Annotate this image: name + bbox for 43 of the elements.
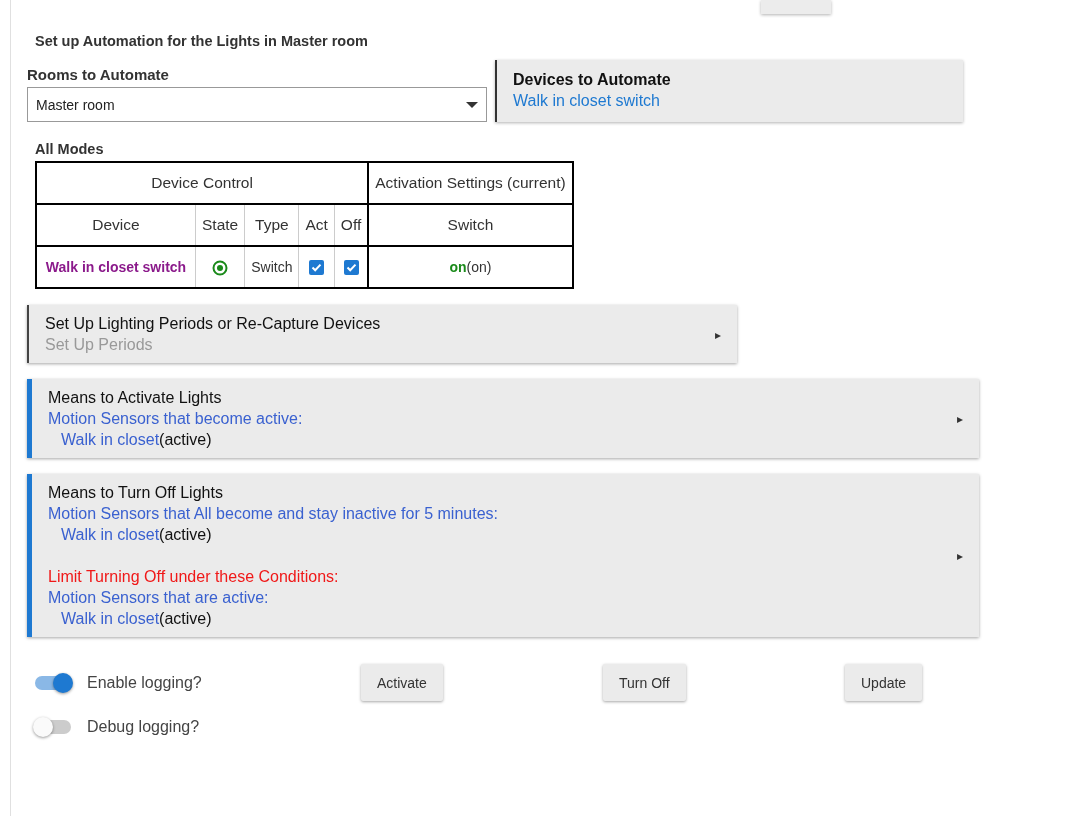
sensor-entry: Walk in closet(active)	[61, 610, 213, 628]
section-title: Means to Activate Lights	[48, 389, 223, 407]
column-header: Type	[244, 204, 299, 246]
sensor-link[interactable]: Walk in closet	[61, 610, 160, 627]
section-label: All Modes	[35, 141, 105, 157]
field-label: Rooms to Automate	[27, 66, 170, 83]
toggle-label: Enable logging?	[87, 674, 202, 692]
room-select[interactable]: Master room	[27, 87, 487, 122]
arrow-icon: ▸	[957, 549, 963, 563]
condition-heading: Motion Sensors that become active:	[48, 410, 303, 428]
column-group-header: Device Control	[36, 162, 369, 204]
section-title: Means to Turn Off Lights	[48, 484, 224, 502]
sensor-link[interactable]: Walk in closet	[61, 431, 160, 448]
column-header: Act	[298, 204, 335, 246]
column-header: Off	[334, 204, 369, 246]
caret-icon	[466, 101, 478, 108]
toggle-switch[interactable]	[35, 720, 71, 734]
column-header: Device	[36, 204, 196, 246]
arrow-icon: ▸	[715, 327, 721, 342]
toggle-switch[interactable]	[35, 676, 71, 690]
action-button[interactable]: Turn Off	[603, 664, 686, 701]
settings-section[interactable]	[27, 474, 979, 637]
settings-section[interactable]: Means to Activate Lights Motion Sensors that become active: Walk in closet(active) ▸	[27, 379, 979, 458]
card-title: Devices to Automate	[513, 71, 672, 89]
sensor-entry: Walk in closet(active)	[61, 431, 213, 449]
settings-section[interactable]: Set Up Lighting Periods or Re-Capture Devices Set Up Periods ▸	[27, 305, 737, 363]
card-value: Walk in closet switch	[513, 92, 661, 110]
arrow-icon: ▸	[957, 412, 963, 426]
checkbox[interactable]	[343, 260, 359, 276]
column-header: State	[195, 204, 245, 246]
checkbox[interactable]	[309, 260, 325, 276]
sensor-link[interactable]: Walk in closet	[61, 526, 160, 543]
condition-heading: Motion Sensors that All become and stay inactive for 5 minutes:	[48, 505, 498, 523]
sensor-entry: Walk in closet(active)	[61, 526, 213, 544]
condition-heading: Motion Sensors that are active:	[48, 589, 270, 607]
action-button[interactable]: Activate	[361, 664, 443, 701]
page-title: Set up Automation for the Lights in Master room	[35, 33, 369, 51]
action-button[interactable]: Update	[845, 664, 923, 701]
toggle-label: Debug logging?	[87, 718, 200, 736]
section-subtitle: Set Up Periods	[45, 336, 154, 354]
condition-warning: Limit Turning Off under these Conditions:	[48, 568, 340, 586]
section-title: Set Up Lighting Periods or Re-Capture Devices	[45, 315, 381, 333]
devices-card[interactable]: Devices to Automate Walk in closet switch	[495, 60, 963, 122]
